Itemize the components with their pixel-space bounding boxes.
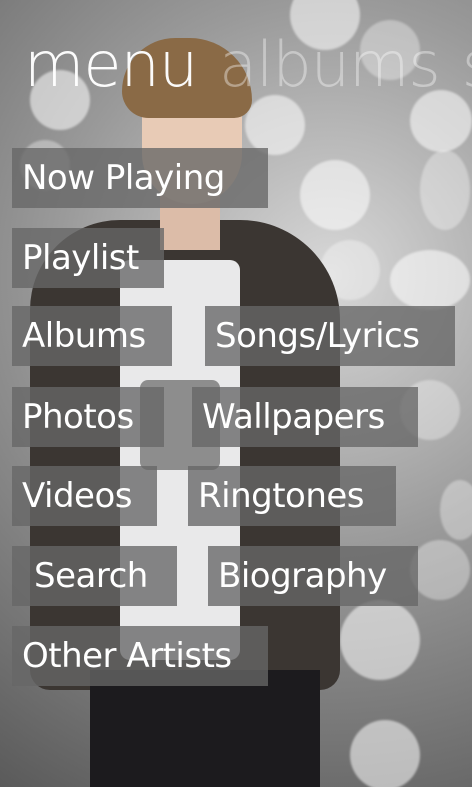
- pivot-header: menu albumss: [24, 20, 472, 110]
- now-playing-button[interactable]: Now Playing: [12, 148, 268, 208]
- photos-button[interactable]: Photos: [12, 387, 164, 447]
- albums-button[interactable]: Albums: [12, 306, 172, 366]
- pivot-tab-albums[interactable]: albums: [219, 28, 441, 101]
- bokeh-light: [390, 250, 470, 310]
- pivot-tab-next[interactable]: s: [462, 28, 472, 101]
- wallpapers-button[interactable]: Wallpapers: [192, 387, 418, 447]
- bokeh-light: [350, 720, 420, 787]
- search-button[interactable]: Search: [12, 546, 177, 606]
- bokeh-light: [420, 150, 470, 230]
- bokeh-light: [440, 480, 472, 540]
- pivot-tab-menu[interactable]: menu: [24, 28, 198, 101]
- bokeh-light: [410, 540, 470, 600]
- bokeh-light: [340, 600, 420, 680]
- other-artists-button[interactable]: Other Artists: [12, 626, 268, 686]
- songs-lyrics-button[interactable]: Songs/Lyrics: [205, 306, 455, 366]
- playlist-button[interactable]: Playlist: [12, 228, 164, 288]
- pants-shape: [90, 670, 320, 787]
- videos-button[interactable]: Videos: [12, 466, 157, 526]
- ringtones-button[interactable]: Ringtones: [188, 466, 396, 526]
- biography-button[interactable]: Biography: [208, 546, 418, 606]
- app-screen: menualbumss Now Playing Playlist Albums …: [0, 0, 472, 787]
